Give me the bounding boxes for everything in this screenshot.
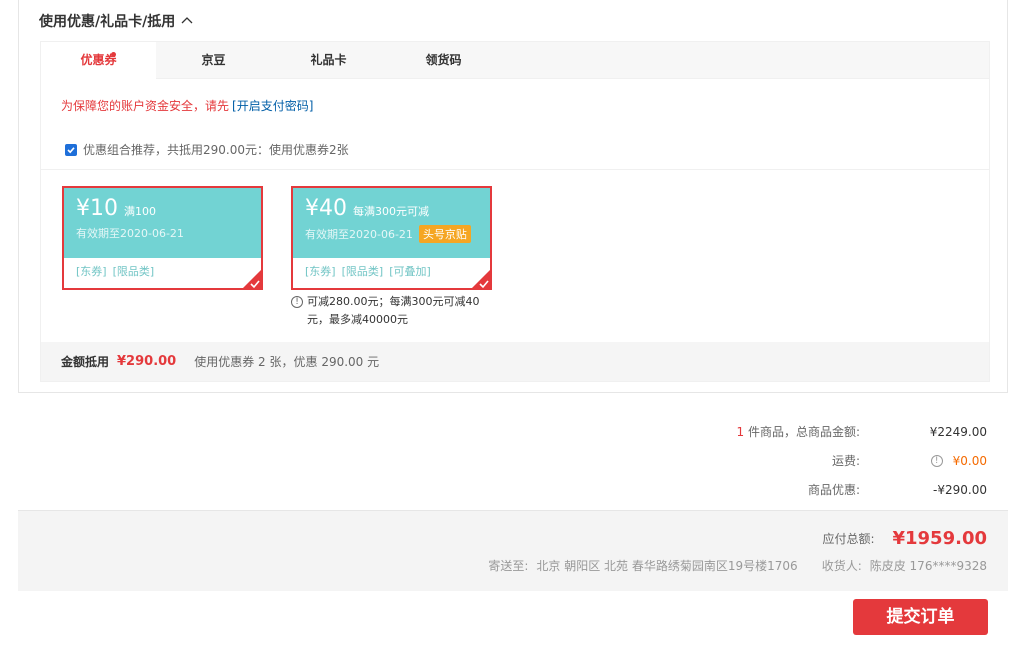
coupon-note: ! 可减280.00元；每满300元可减40元，最多减40000元 <box>291 293 491 329</box>
coupon-tag: [东券] <box>305 265 336 278</box>
address-label: 寄送至: <box>488 559 529 573</box>
summary-label: 金额抵用 <box>61 355 110 369</box>
payment-bar: 应付总额: ¥1959.00 寄送至: 北京 朝阳区 北苑 春华路绣菊园南区19… <box>18 510 1008 591</box>
coupon-amount: ¥10 <box>76 196 118 221</box>
items-label: 1 件商品，总商品金额: <box>736 423 860 440</box>
summary-desc: 使用优惠券 2 张，优惠 290.00 元 <box>194 355 380 369</box>
enable-payment-password-link[interactable]: [开启支付密码] <box>232 99 313 113</box>
coupon-amount: ¥40 <box>305 196 347 221</box>
expiry-text: 有效期至2020-06-21 <box>76 227 184 240</box>
combo-text: 优惠组合推荐，共抵用290.00元：使用优惠券2张 <box>83 143 349 157</box>
coupon-tags: [东券] [限品类] <box>64 258 263 290</box>
tab-pickup-code[interactable]: 领货码 <box>386 42 501 79</box>
payable-total: 应付总额: ¥1959.00 <box>822 528 987 549</box>
coupon-top: ¥40 每满300元可减 有效期至2020-06-21 头号京贴 <box>293 188 490 258</box>
combo-recommend[interactable]: 优惠组合推荐，共抵用290.00元：使用优惠券2张 <box>65 141 349 158</box>
tab-label: 京豆 <box>201 53 226 67</box>
discount-panel: 使用优惠/礼品卡/抵用 优惠券 京豆 礼品卡 领货码 为保障您的账户资金安全，请… <box>18 0 1008 393</box>
notification-dot-icon <box>111 52 116 57</box>
shipping-value-wrap: ! ¥0.00 <box>860 454 987 468</box>
order-totals: 1 件商品，总商品金额: ¥2249.00 运费: ! ¥0.00 商品优惠: … <box>587 417 987 504</box>
payable-label: 应付总额: <box>822 532 875 546</box>
address-text: 北京 朝阳区 北苑 春华路绣菊园南区19号楼1706 <box>536 559 798 573</box>
info-icon[interactable]: ! <box>930 454 943 467</box>
discount-value: -¥290.00 <box>933 482 987 497</box>
coupon-tag: [可叠加] <box>389 265 431 278</box>
coupon-expiry: 有效期至2020-06-21 <box>76 225 261 241</box>
security-warning: 为保障您的账户资金安全，请先 [开启支付密码] <box>61 97 313 114</box>
discount-row: 商品优惠: -¥290.00 <box>587 475 987 504</box>
coupon-condition: 满100 <box>124 205 156 218</box>
section-title: 使用优惠/礼品卡/抵用 <box>39 14 176 30</box>
note-text: 可减280.00元；每满300元可减40元，最多减40000元 <box>307 295 480 326</box>
tab-label: 礼品卡 <box>310 53 347 67</box>
summary-value: ¥290.00 <box>117 354 177 369</box>
coupon-tags: [东券] [限品类] [可叠加] <box>293 258 492 290</box>
coupon-card[interactable]: ¥40 每满300元可减 有效期至2020-06-21 头号京贴 [东券] [限品类… <box>291 186 492 290</box>
shipping-label: 运费: <box>831 454 860 468</box>
shipping-row: 运费: ! ¥0.00 <box>587 446 987 475</box>
selected-check-icon <box>241 268 263 290</box>
receiver-text: 陈皮皮 176****9328 <box>869 559 987 573</box>
payable-value: ¥1959.00 <box>892 528 987 549</box>
coupon-badge: 头号京贴 <box>418 225 471 243</box>
tab-gift-card[interactable]: 礼品卡 <box>271 42 386 79</box>
receiver-label: 收货人: <box>821 559 862 573</box>
coupon-condition: 每满300元可减 <box>353 205 429 218</box>
coupon-tag: [东券] <box>76 265 107 278</box>
submit-order-button[interactable]: 提交订单 <box>853 599 988 635</box>
discount-content: 优惠券 京豆 礼品卡 领货码 为保障您的账户资金安全，请先 [开启支付密码] 优惠… <box>40 41 990 382</box>
section-header[interactable]: 使用优惠/礼品卡/抵用 <box>39 11 193 31</box>
tab-label: 领货码 <box>425 53 462 67</box>
items-value: ¥2249.00 <box>929 424 987 439</box>
items-label-text: 件商品，总商品金额: <box>747 425 860 439</box>
divider <box>41 169 989 170</box>
tab-bar: 优惠券 京豆 礼品卡 领货码 <box>41 42 989 80</box>
shipping-value: ¥0.00 <box>952 453 987 468</box>
coupon-tag: [限品类] <box>112 265 155 278</box>
expiry-text: 有效期至2020-06-21 <box>305 228 413 241</box>
checkbox-checked-icon[interactable] <box>65 143 77 156</box>
warning-text: 为保障您的账户资金安全，请先 <box>61 99 230 113</box>
delivery-info: 寄送至: 北京 朝阳区 北苑 春华路绣菊园南区19号楼1706 收货人: 陈皮皮… <box>480 557 987 574</box>
tab-coupons[interactable]: 优惠券 <box>41 42 156 80</box>
items-count: 1 <box>736 425 745 439</box>
selected-check-icon <box>470 268 492 290</box>
chevron-up-icon[interactable] <box>181 15 193 27</box>
coupon-top: ¥10 满100 有效期至2020-06-21 <box>64 188 261 258</box>
tab-jingdou[interactable]: 京豆 <box>156 42 271 79</box>
coupon-tag: [限品类] <box>341 265 384 278</box>
info-icon: ! <box>291 296 303 308</box>
coupon-expiry: 有效期至2020-06-21 头号京贴 <box>305 225 490 243</box>
discount-summary: 金额抵用 ¥290.00 使用优惠券 2 张，优惠 290.00 元 <box>41 342 989 381</box>
items-total-row: 1 件商品，总商品金额: ¥2249.00 <box>587 417 987 446</box>
discount-label: 商品优惠: <box>807 483 860 497</box>
coupon-card[interactable]: ¥10 满100 有效期至2020-06-21 [东券] [限品类] <box>62 186 263 290</box>
